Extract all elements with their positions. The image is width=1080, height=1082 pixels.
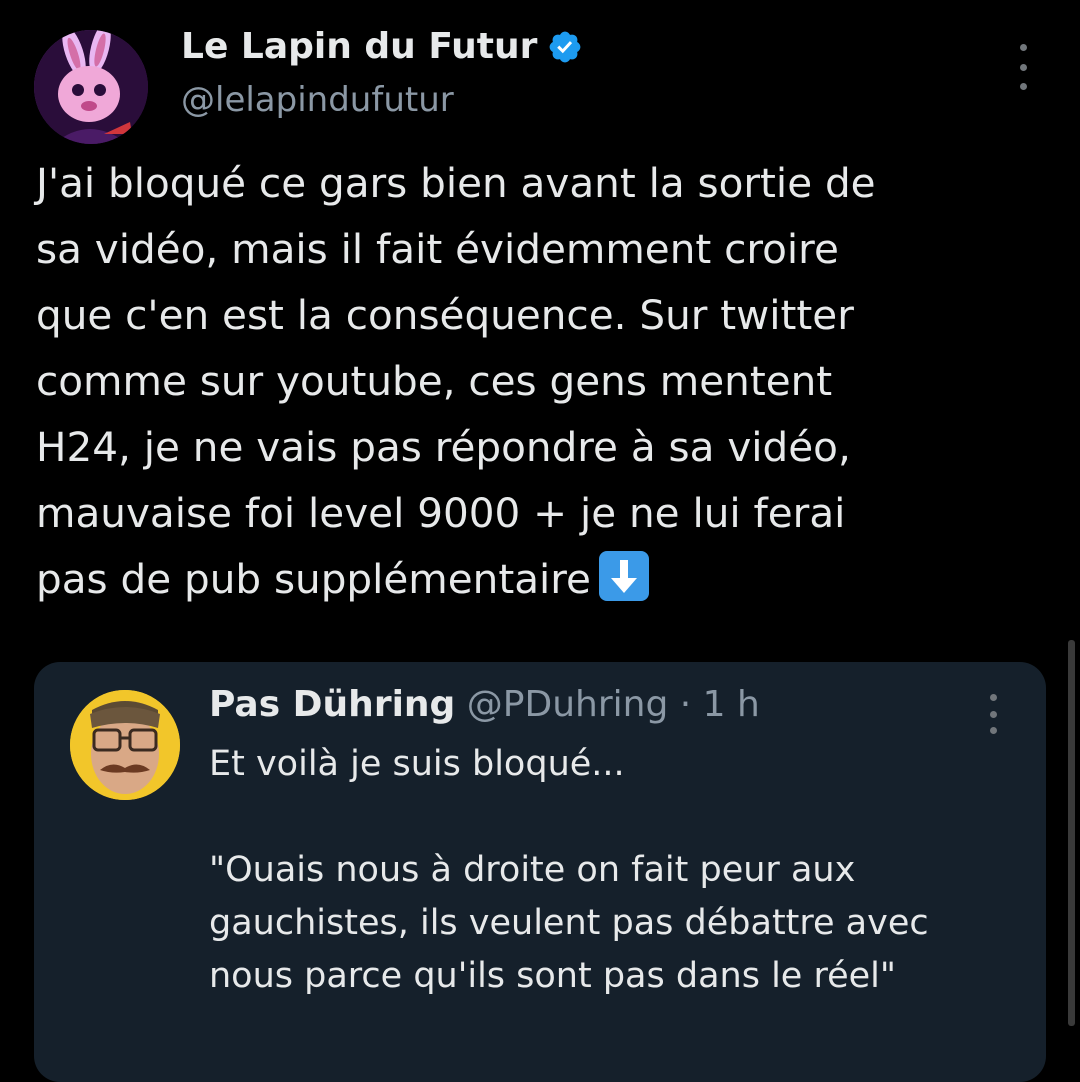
tweet-text-line: H24, je ne vais pas répondre à sa vidéo,	[36, 423, 851, 471]
meta-separator: ·	[679, 684, 692, 725]
tweet-text-line: que c'en est la conséquence. Sur twitter	[36, 291, 854, 339]
dot	[989, 694, 997, 701]
author-display-name[interactable]: Le Lapin du Futur	[181, 26, 537, 67]
quoted-text-blank-line	[209, 791, 1029, 844]
more-options-icon[interactable]	[980, 694, 1006, 734]
tweet-text-line: comme sur youtube, ces gens mentent	[36, 357, 833, 405]
dot	[989, 710, 997, 718]
quoted-tweet-text: Et voilà je suis bloqué... "Ouais nous à…	[209, 738, 1029, 1003]
author-handle[interactable]: @lelapindufutur	[181, 80, 454, 120]
quoted-tweet-time[interactable]: 1 h	[703, 684, 760, 725]
tweet-text-line: J'ai bloqué ce gars bien avant la sortie…	[36, 159, 876, 207]
tweet-text-last-line: pas de pub supplémentaire	[36, 546, 1056, 612]
quoted-author-avatar[interactable]	[70, 690, 180, 800]
down-arrow-emoji-icon	[598, 551, 649, 601]
quoted-author-display-name[interactable]: Pas Dühring	[209, 684, 455, 725]
quoted-text-line: gauchistes, ils veulent pas débattre ave…	[209, 903, 929, 943]
quoted-text-line: nous parce qu'ils sont pas dans le réel"	[209, 956, 896, 996]
quoted-tweet-header: Pas Dühring @PDuhring · 1 h	[209, 684, 760, 725]
dot	[1019, 44, 1027, 51]
down-arrow-glyph	[610, 560, 637, 593]
quoted-text-line: "Ouais nous à droite on fait peur aux	[209, 850, 856, 890]
more-options-icon[interactable]	[1008, 44, 1038, 90]
tweet-text: J'ai bloqué ce gars bien avant la sortie…	[36, 150, 1056, 612]
quoted-text-line: Et voilà je suis bloqué...	[209, 744, 625, 784]
author-avatar[interactable]	[34, 30, 148, 144]
tweet-text-line: pas de pub supplémentaire	[36, 555, 591, 603]
tweet-text-line: mauvaise foi level 9000 + je ne lui fera…	[36, 489, 846, 537]
dot	[1019, 63, 1027, 71]
dot	[1019, 83, 1027, 90]
quoted-tweet[interactable]: Pas Dühring @PDuhring · 1 h Et voilà je …	[34, 662, 1046, 1082]
tweet-text-line: sa vidéo, mais il fait évidemment croire	[36, 225, 839, 273]
author-name-row[interactable]: Le Lapin du Futur	[181, 26, 583, 67]
dot	[989, 727, 997, 734]
scrollbar[interactable]	[1068, 640, 1075, 1026]
quoted-author-handle[interactable]: @PDuhring	[467, 684, 669, 725]
quoted-avatar-image	[70, 690, 180, 800]
verified-badge-icon	[549, 31, 581, 62]
bunny-avatar-image	[34, 30, 148, 144]
